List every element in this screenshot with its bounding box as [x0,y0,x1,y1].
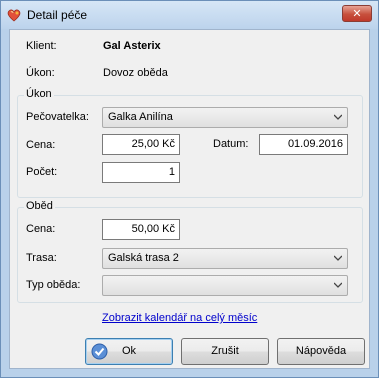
client-value: Gal Asterix [103,40,161,52]
lunch-type-select[interactable] [102,275,348,296]
window-title: Detail péče [27,8,88,22]
cancel-button[interactable]: Zrušit [181,338,269,365]
ukon-group-title: Úkon [24,88,54,100]
action-value: Dovoz oběda [103,67,168,79]
lunch-price-label: Cena: [26,223,56,235]
lunch-group-title: Oběd [24,200,55,212]
heart-icon [7,9,21,22]
price-label: Cena: [26,139,56,151]
route-select[interactable]: Galská trasa 2 [102,248,348,269]
client-label: Klient: [26,40,57,52]
date-label: Datum: [213,138,249,150]
ok-button[interactable]: Ok [85,338,173,365]
help-button[interactable]: Nápověda [277,338,365,365]
caregiver-select[interactable]: Galka Anilína [102,107,348,128]
calendar-link[interactable]: Zobrazit kalendář na celý měsíc [102,312,257,324]
route-label: Trasa: [26,252,57,264]
lunch-type-label: Typ oběda: [26,279,81,291]
close-button[interactable]: ✕ [342,5,372,22]
count-label: Počet: [26,166,58,178]
lunch-price-field[interactable]: 50,00 Kč [102,219,180,240]
cancel-button-label: Zrušit [211,345,239,357]
date-field[interactable]: 01.09.2016 [259,134,348,155]
chevron-down-icon [334,255,342,261]
route-select-value: Galská trasa 2 [108,252,179,264]
caregiver-label: Pečovatelka: [26,111,89,123]
dialog-window: Detail péče ✕ Klient: Gal Asterix Úkon: … [0,0,379,378]
price-field[interactable]: 25,00 Kč [102,134,180,155]
checkmark-icon [91,343,108,360]
ok-button-label: Ok [121,345,137,357]
chevron-down-icon [334,282,342,288]
help-button-label: Nápověda [295,345,347,357]
title-bar[interactable]: Detail péče ✕ [1,1,378,29]
chevron-down-icon [334,114,342,120]
close-icon: ✕ [352,7,362,20]
action-label: Úkon: [26,67,55,79]
caregiver-select-value: Galka Anilína [108,111,173,123]
dialog-body: Klient: Gal Asterix Úkon: Dovoz oběda Úk… [9,29,370,369]
count-field[interactable]: 1 [102,162,180,183]
